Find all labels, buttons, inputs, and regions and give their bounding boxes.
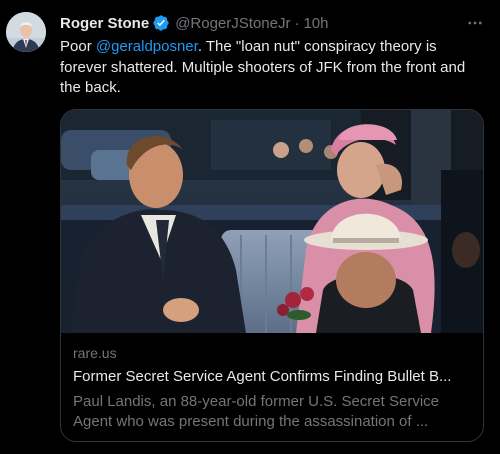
tweet-header: Roger Stone @RogerJStoneJr · 10h — [60, 13, 329, 33]
avatar[interactable] — [6, 12, 46, 52]
verified-badge-icon — [152, 14, 170, 32]
display-name[interactable]: Roger Stone — [60, 15, 149, 32]
timestamp[interactable]: 10h — [303, 15, 328, 32]
card-photo — [61, 110, 483, 333]
more-horizontal-icon[interactable] — [464, 12, 486, 34]
tweet[interactable]: Roger Stone @RogerJStoneJr · 10h Poor @g… — [0, 0, 500, 454]
tweet-text: Poor @geraldposner. The "loan nut" consp… — [60, 37, 485, 99]
handle[interactable]: @RogerJStoneJr — [175, 15, 290, 32]
avatar-image — [6, 12, 46, 52]
link-card[interactable]: rare.us Former Secret Service Agent Conf… — [60, 109, 484, 442]
mention-link[interactable]: @geraldposner — [96, 38, 198, 55]
separator-dot: · — [294, 14, 300, 32]
card-domain[interactable]: rare.us — [73, 345, 117, 361]
card-image[interactable] — [61, 110, 483, 333]
card-title[interactable]: Former Secret Service Agent Confirms Fin… — [73, 368, 473, 385]
tweet-text-start: Poor — [60, 38, 96, 55]
card-description[interactable]: Paul Landis, an 88-year-old former U.S. … — [73, 392, 473, 432]
